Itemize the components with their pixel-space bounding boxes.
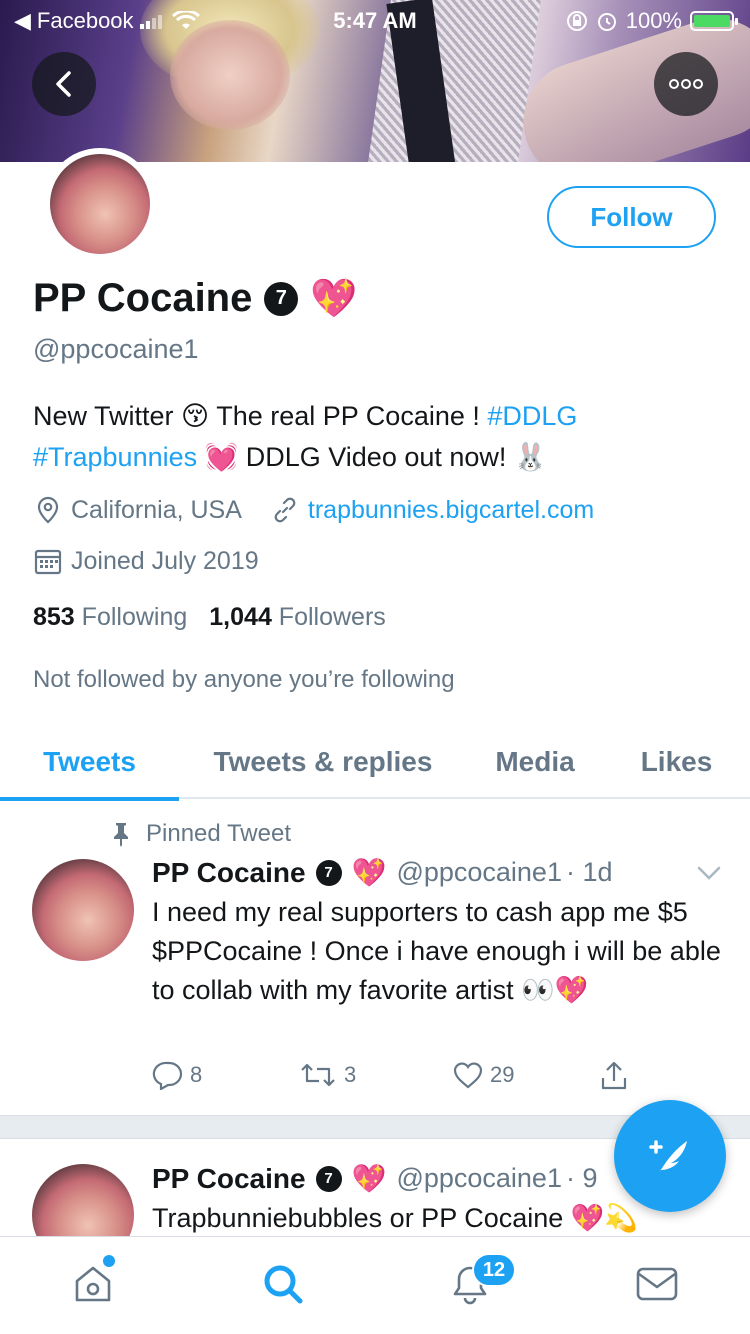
pinned-tweet-label: Pinned Tweet — [146, 820, 291, 847]
reply-icon — [152, 1061, 183, 1090]
share-button[interactable] — [598, 1060, 630, 1092]
follow-counts: 853 Following 1,044 Followers — [33, 603, 386, 632]
following-link[interactable]: 853 Following — [33, 603, 187, 632]
beating-heart-emoji: 💓 — [204, 442, 239, 472]
location-row: California, USA trapbunnies.bigcartel.co… — [33, 495, 594, 525]
status-bar: ◀ Facebook 5:47 AM 100% — [0, 0, 750, 40]
profile-bio: New Twitter 😚 The real PP Cocaine ! #DDL… — [33, 396, 723, 478]
search-icon — [264, 1265, 303, 1304]
back-button[interactable] — [32, 52, 96, 116]
reply-button[interactable]: 8 — [152, 1060, 202, 1090]
home-unread-dot — [103, 1255, 115, 1267]
website-link[interactable]: trapbunnies.bigcartel.com — [308, 496, 594, 525]
location-pin-icon — [33, 495, 63, 525]
mail-icon — [636, 1267, 678, 1301]
kissing-emoji: 😚 — [181, 401, 210, 431]
calendar-icon — [33, 546, 63, 576]
tweet-header: PP Cocaine 7 💖 @ppcocaine1 · 9 — [152, 1162, 597, 1195]
followers-label: Followers — [278, 603, 386, 631]
battery-icon — [690, 11, 738, 31]
profile-tabs: Tweets Tweets & replies Media Likes — [0, 725, 750, 801]
tweet-time: · 9 — [565, 1163, 598, 1193]
tab-tweets[interactable]: Tweets — [0, 725, 179, 801]
tweet-avatar[interactable] — [32, 859, 134, 961]
hashtag-trapbunnies[interactable]: #Trapbunnies — [33, 442, 197, 472]
tab-likes[interactable]: Likes — [603, 725, 750, 799]
pinned-label-row: Pinned Tweet — [110, 820, 291, 848]
alarm-icon — [597, 13, 616, 31]
rotation-lock-icon — [566, 11, 587, 31]
tweet-author-handle[interactable]: @ppcocaine1 — [396, 1163, 562, 1194]
not-followed-text: Not followed by anyone you’re following — [33, 666, 455, 693]
profile-avatar[interactable] — [44, 148, 156, 260]
tab-tweets-replies[interactable]: Tweets & replies — [179, 725, 467, 799]
bio-text-3: DDLG Video out now! — [238, 442, 514, 472]
notifications-badge: 12 — [472, 1253, 516, 1287]
pin-icon — [114, 823, 128, 847]
retweet-icon — [301, 1063, 335, 1087]
tweet-actions: 8 3 29 — [152, 1060, 672, 1100]
joined-text: Joined July 2019 — [71, 546, 259, 575]
follow-button[interactable]: Follow — [547, 186, 716, 248]
like-count: 29 — [490, 1062, 515, 1087]
bottom-nav — [0, 1236, 750, 1334]
bio-text-2: The real PP Cocaine ! — [209, 401, 488, 431]
battery-percent: 100% — [625, 8, 682, 33]
tweet-author-badge: 7 — [315, 1165, 342, 1192]
status-bar-right: 100% — [566, 8, 738, 34]
sparkling-heart-emoji: 💖 — [310, 277, 358, 320]
home-icon — [75, 1266, 111, 1302]
tweet-author-emoji: 💖 — [351, 857, 387, 888]
joined-row: Joined July 2019 — [33, 546, 259, 576]
tweet-author-name[interactable]: PP Cocaine — [152, 857, 306, 889]
tweet-time: · 1d — [565, 857, 613, 887]
back-arrow-icon — [56, 71, 71, 97]
retweet-button[interactable]: 3 — [298, 1060, 356, 1090]
following-count: 853 — [33, 603, 75, 631]
hashtag-ddlg[interactable]: #DDLG — [487, 401, 577, 431]
bio-text-1: New Twitter — [33, 401, 182, 431]
profile-handle: @ppcocaine1 — [33, 334, 199, 364]
tweet-author-emoji: 💖 — [351, 1163, 387, 1194]
profile-badge: 7 — [264, 281, 299, 316]
compose-tweet-button[interactable] — [614, 1100, 726, 1212]
link-icon — [270, 495, 300, 525]
nav-home[interactable] — [63, 1259, 123, 1309]
profile-display-name: PP Cocaine — [33, 276, 253, 320]
more-icon — [669, 79, 703, 89]
following-label: Following — [81, 603, 188, 631]
share-icon — [601, 1061, 627, 1090]
more-button[interactable] — [654, 52, 718, 116]
bunny-emoji: 🐰 — [513, 442, 548, 472]
nav-search[interactable] — [253, 1259, 313, 1309]
profile-name-row: PP Cocaine 7 💖 — [33, 276, 358, 321]
reply-count: 8 — [190, 1062, 203, 1087]
tweet-text: I need my real supporters to cash app me… — [152, 897, 721, 1005]
like-button[interactable]: 29 — [452, 1060, 514, 1090]
tab-media[interactable]: Media — [467, 725, 603, 799]
followers-count: 1,044 — [209, 603, 272, 631]
nav-messages[interactable] — [627, 1259, 687, 1309]
followers-link[interactable]: 1,044 Followers — [209, 603, 386, 632]
retweet-count: 3 — [344, 1062, 357, 1087]
like-icon — [453, 1062, 483, 1089]
tweet-author-handle[interactable]: @ppcocaine1 — [396, 857, 562, 888]
location-text: California, USA — [71, 495, 242, 524]
chevron-down-icon[interactable] — [694, 858, 724, 888]
compose-icon — [649, 1140, 687, 1173]
tweet-header: PP Cocaine 7 💖 @ppcocaine1 · 1d — [152, 856, 613, 889]
tweet-author-name[interactable]: PP Cocaine — [152, 1163, 306, 1195]
tweet-author-badge: 7 — [315, 859, 342, 886]
